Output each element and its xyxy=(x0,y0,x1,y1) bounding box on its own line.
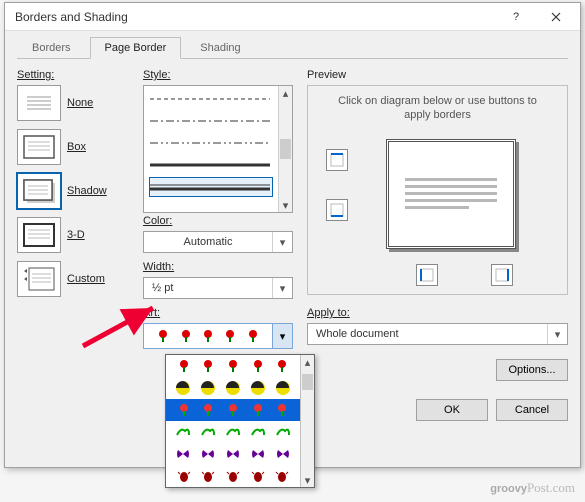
preview-page[interactable] xyxy=(386,139,516,249)
scroll-down-icon[interactable]: ▾ xyxy=(301,473,314,487)
chevron-down-icon: ▾ xyxy=(547,324,567,344)
setting-3d[interactable]: 3-D xyxy=(17,217,129,253)
art-option-fans[interactable] xyxy=(166,377,300,399)
tab-borders[interactable]: Borders xyxy=(17,37,86,59)
chevron-down-icon: ▾ xyxy=(272,278,292,298)
style-option-selected[interactable] xyxy=(150,178,272,196)
tab-page-border[interactable]: Page Border xyxy=(90,37,182,59)
setting-label: Setting: xyxy=(17,69,129,81)
tabs: Borders Page Border Shading xyxy=(5,31,580,59)
apply-to-value: Whole document xyxy=(308,328,547,340)
style-label: Style: xyxy=(143,69,293,81)
apply-to-label: Apply to: xyxy=(307,307,568,319)
style-option[interactable] xyxy=(150,90,272,108)
color-value: Automatic xyxy=(144,236,272,248)
art-option-bugs[interactable] xyxy=(166,465,300,487)
chevron-down-icon: ▾ xyxy=(272,324,292,348)
width-combo[interactable]: ½ pt ▾ xyxy=(143,277,293,299)
help-button[interactable]: ? xyxy=(496,3,536,31)
width-value: ½ pt xyxy=(144,282,272,294)
scroll-up-icon[interactable]: ▴ xyxy=(301,355,314,369)
style-option[interactable] xyxy=(150,134,272,152)
setting-custom-label: Custom xyxy=(67,273,105,285)
art-dropdown[interactable]: ▴ ▾ xyxy=(165,354,315,488)
art-combo[interactable]: ▾ xyxy=(143,323,293,349)
options-button[interactable]: Options... xyxy=(496,359,568,381)
chevron-down-icon: ▾ xyxy=(272,232,292,252)
dialog-title: Borders and Shading xyxy=(15,10,496,24)
watermark: groovygroovyPost.comPost.com xyxy=(490,480,575,496)
scroll-down-icon[interactable]: ▾ xyxy=(279,198,292,212)
art-scrollbar[interactable]: ▴ ▾ xyxy=(300,355,314,487)
close-button[interactable] xyxy=(536,3,576,31)
tab-shading[interactable]: Shading xyxy=(185,37,255,59)
style-listbox[interactable]: ▴ ▾ xyxy=(143,85,293,213)
scroll-up-icon[interactable]: ▴ xyxy=(279,86,292,100)
border-left-button[interactable] xyxy=(416,264,438,286)
width-label: Width: xyxy=(143,261,293,273)
setting-box-label: Box xyxy=(67,141,86,153)
setting-3d-label: 3-D xyxy=(67,229,85,241)
setting-custom[interactable]: Custom xyxy=(17,261,129,297)
border-right-button[interactable] xyxy=(491,264,513,286)
ok-button[interactable]: OK xyxy=(416,399,488,421)
border-top-button[interactable] xyxy=(326,149,348,171)
setting-none[interactable]: None xyxy=(17,85,129,121)
border-bottom-button[interactable] xyxy=(326,199,348,221)
preview-box: Click on diagram below or use buttons to… xyxy=(307,85,568,295)
art-option-butterflies[interactable] xyxy=(166,443,300,465)
preview-label: Preview xyxy=(307,69,568,81)
setting-box[interactable]: Box xyxy=(17,129,129,165)
setting-shadow-label: Shadow xyxy=(67,185,107,197)
color-label: Color: xyxy=(143,215,293,227)
art-option-leaves[interactable] xyxy=(166,421,300,443)
art-option-flowers-blue[interactable] xyxy=(166,399,300,421)
setting-shadow[interactable]: Shadow xyxy=(17,173,129,209)
art-preview xyxy=(144,324,272,348)
style-option[interactable] xyxy=(150,112,272,130)
art-option-flowers-red[interactable] xyxy=(166,355,300,377)
cancel-button[interactable]: Cancel xyxy=(496,399,568,421)
color-combo[interactable]: Automatic ▾ xyxy=(143,231,293,253)
style-scrollbar[interactable]: ▴ ▾ xyxy=(278,86,292,212)
setting-none-label: None xyxy=(67,97,93,109)
art-label: Art: xyxy=(143,307,293,319)
titlebar: Borders and Shading ? xyxy=(5,3,580,31)
apply-to-combo[interactable]: Whole document ▾ xyxy=(307,323,568,345)
style-option[interactable] xyxy=(150,156,272,174)
preview-hint: Click on diagram below or use buttons to… xyxy=(326,94,549,123)
preview-diagram[interactable] xyxy=(316,129,559,288)
